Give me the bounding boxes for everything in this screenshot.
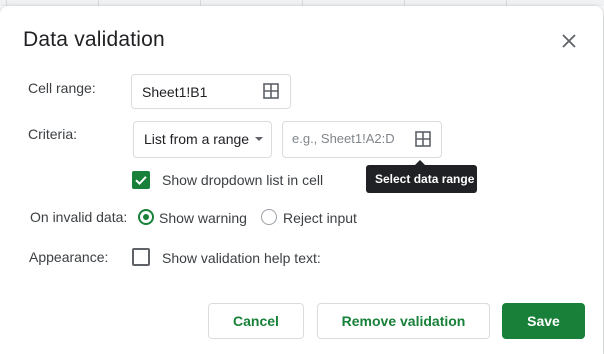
reject-input-label: Reject input	[283, 210, 357, 226]
close-icon	[562, 34, 576, 48]
dialog-title: Data validation	[23, 28, 165, 51]
appearance-label: Appearance:	[29, 249, 109, 265]
show-warning-radio[interactable]	[138, 209, 154, 225]
criteria-type-value: List from a range	[144, 131, 250, 147]
on-invalid-label: On invalid data:	[30, 209, 128, 225]
cell-range-value: Sheet1!B1	[142, 84, 208, 100]
help-text-checkbox[interactable]	[132, 248, 150, 266]
save-button[interactable]: Save	[502, 303, 585, 339]
criteria-type-dropdown[interactable]: List from a range	[133, 121, 272, 158]
criteria-label: Criteria:	[28, 126, 78, 142]
reject-input-radio[interactable]	[261, 209, 277, 225]
cancel-button[interactable]: Cancel	[208, 303, 304, 339]
select-data-range-tooltip: Select data range	[366, 160, 477, 193]
tooltip-text: Select data range	[375, 172, 475, 186]
help-text-label: Show validation help text:	[162, 250, 321, 266]
tooltip-pointer	[415, 160, 425, 165]
show-warning-label: Show warning	[159, 210, 247, 226]
data-validation-dialog: Data validation Cell range: Sheet1!B1 Cr…	[0, 6, 603, 354]
criteria-range-placeholder: e.g., Sheet1!A2:D	[292, 131, 395, 146]
dropdown-arrow-icon	[255, 137, 263, 141]
checkmark-icon	[135, 176, 147, 186]
show-dropdown-checkbox[interactable]	[132, 171, 150, 189]
show-dropdown-label: Show dropdown list in cell	[162, 172, 324, 188]
criteria-range-input[interactable]: e.g., Sheet1!A2:D	[282, 121, 442, 158]
cell-range-input[interactable]: Sheet1!B1	[131, 74, 291, 109]
close-button[interactable]	[558, 30, 580, 52]
cell-range-label: Cell range:	[28, 80, 96, 96]
grid-icon[interactable]	[263, 83, 279, 99]
remove-validation-button[interactable]: Remove validation	[317, 303, 490, 339]
grid-icon[interactable]	[415, 131, 431, 147]
